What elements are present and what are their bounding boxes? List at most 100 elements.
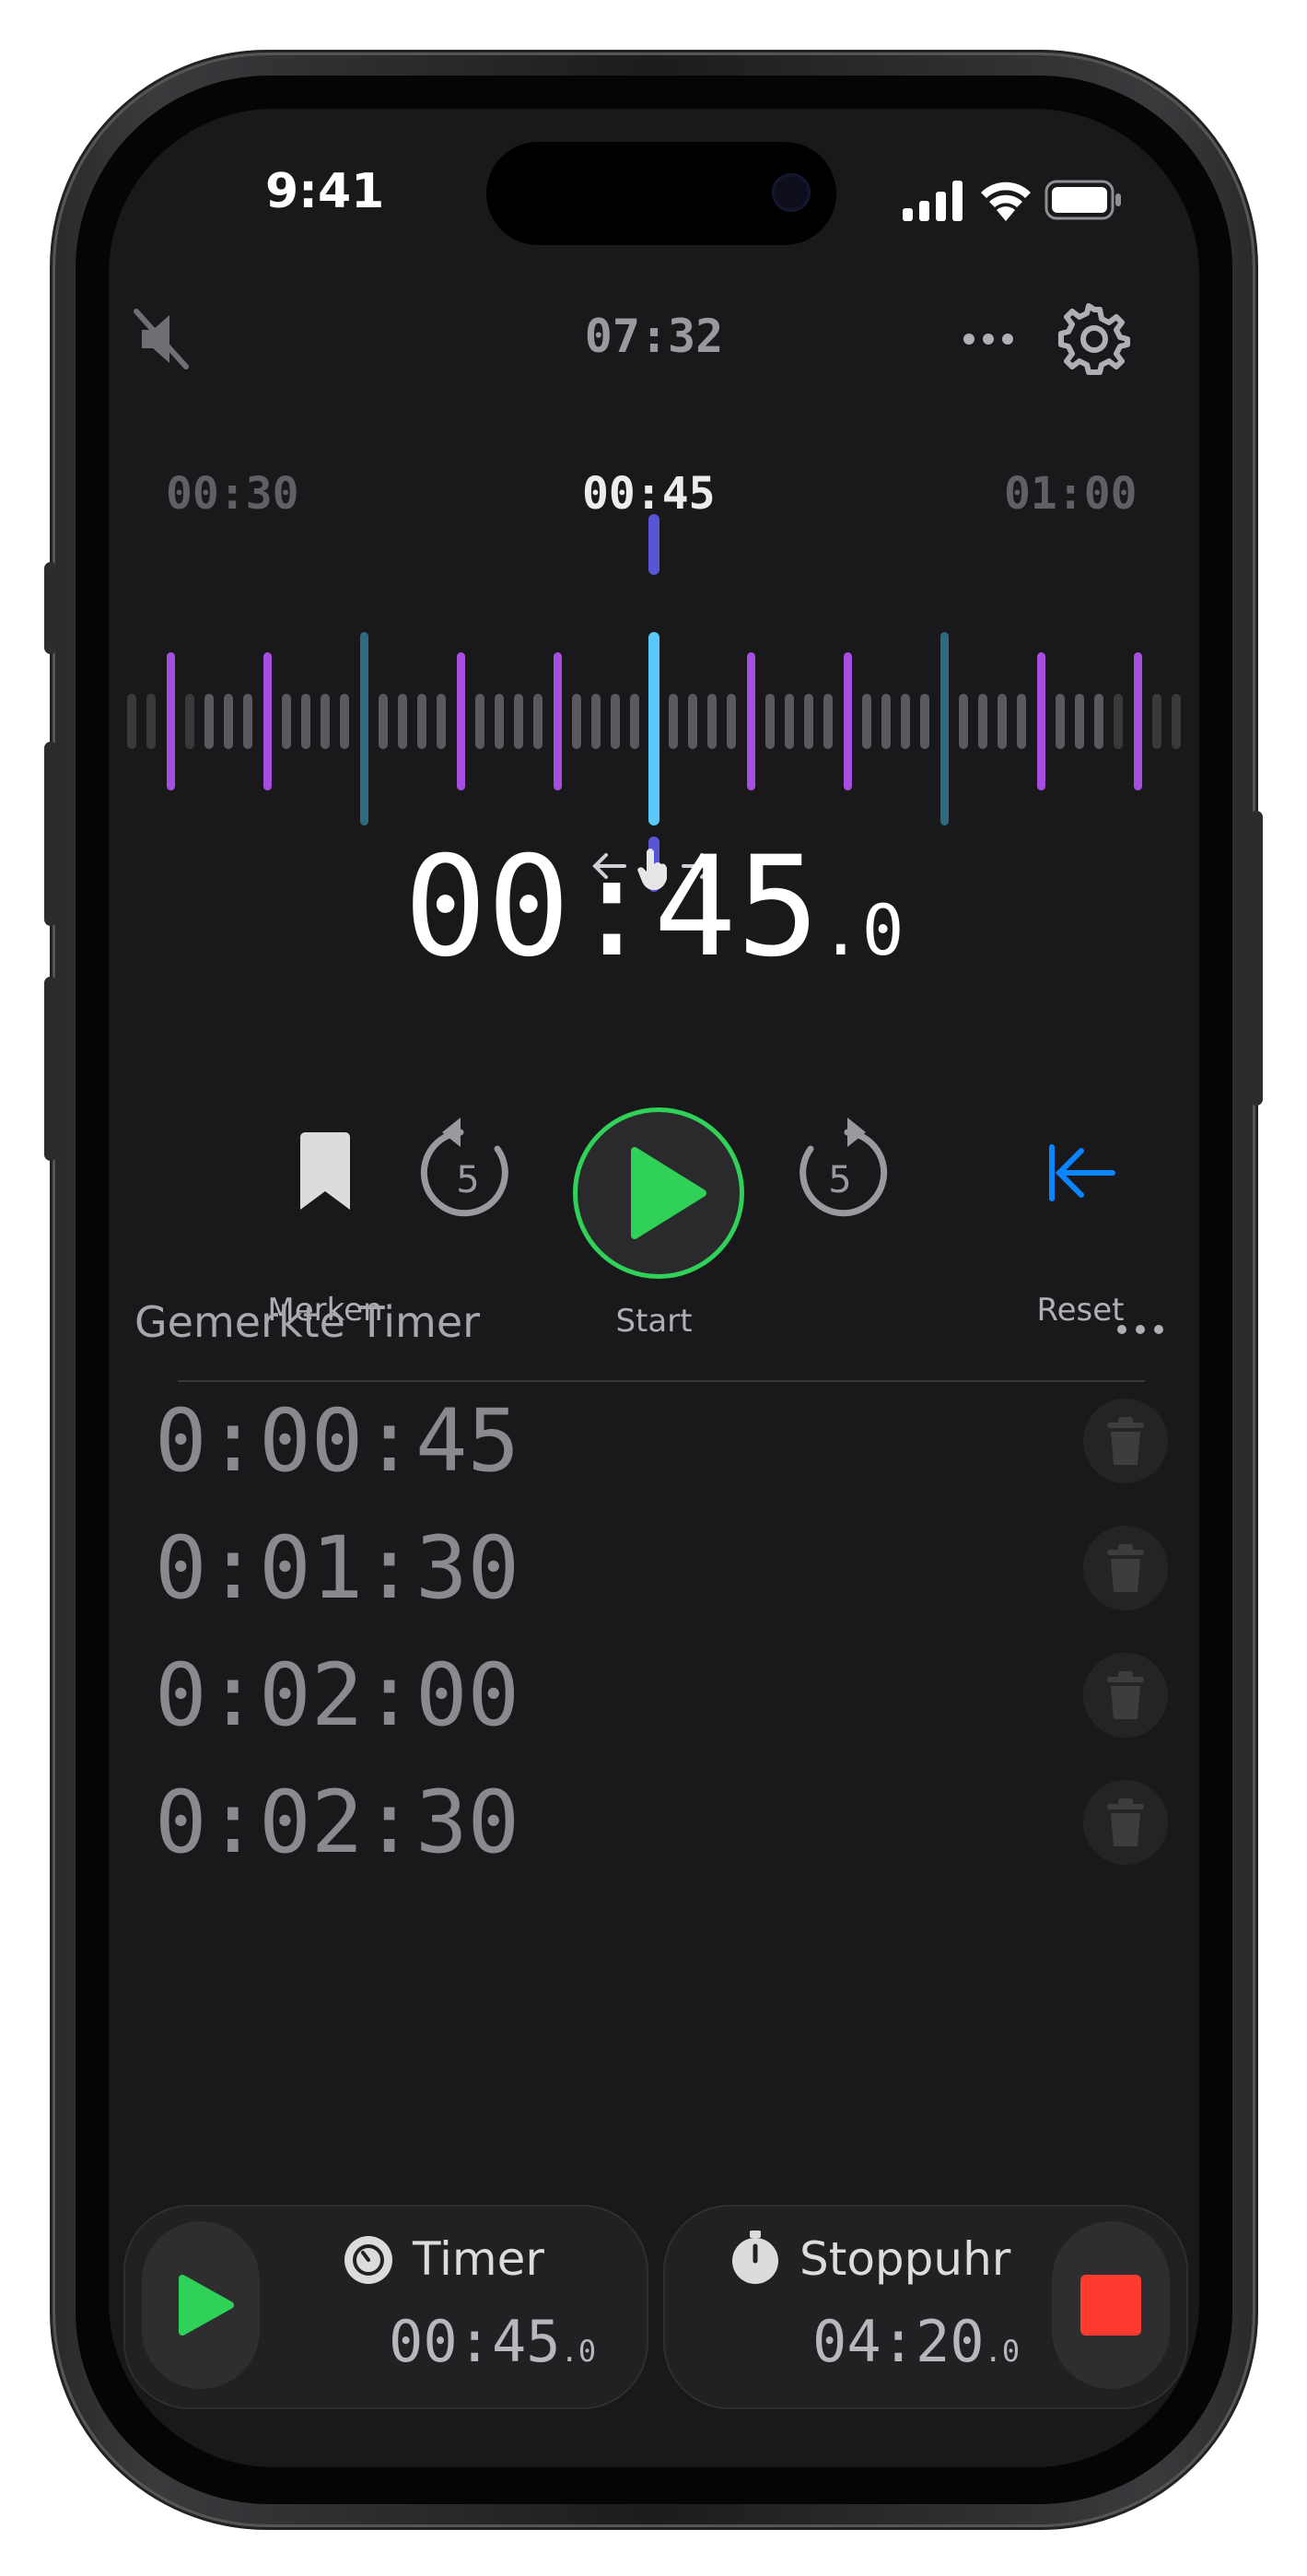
front-camera (772, 173, 811, 212)
section-divider (178, 1380, 1145, 1382)
main-timer-display: 00:45.0 (109, 827, 1199, 988)
timer-card-title: Timer (413, 2232, 544, 2286)
arrow-left-to-line-icon (1049, 1144, 1115, 1201)
power-button (1250, 811, 1263, 1106)
main-timer-fraction: .0 (820, 889, 904, 971)
ruler-minor-tick (920, 694, 929, 749)
ruler-minor-tick (572, 694, 581, 749)
ruler-minor-tick (417, 694, 426, 749)
delete-saved-timer-button[interactable] (1083, 1526, 1168, 1610)
ruler-minor-tick (533, 694, 543, 749)
ruler-minor-tick (379, 694, 388, 749)
ruler-minor-tick (765, 694, 775, 749)
bookmark-icon (300, 1132, 350, 1210)
ruler-mid-tick (1133, 652, 1142, 790)
ruler-minor-tick (514, 694, 523, 749)
ruler-minor-tick (1075, 694, 1084, 749)
ruler-minor-tick (978, 694, 987, 749)
saved-timer-item[interactable]: 0:02:00 (155, 1645, 519, 1746)
ruler-minor-tick (495, 694, 504, 749)
timer-card-icon (343, 2234, 394, 2286)
ruler-top-marker (648, 514, 659, 575)
saved-timer-item[interactable]: 0:00:45 (155, 1391, 519, 1492)
settings-button[interactable] (1057, 302, 1131, 376)
ruler-minor-tick (1017, 694, 1026, 749)
start-button[interactable] (573, 1107, 744, 1279)
ruler-label-left: 00:30 (166, 468, 299, 520)
timer-icon (344, 2236, 392, 2284)
ruler-minor-tick (301, 694, 310, 749)
ruler-mid-tick (166, 652, 175, 790)
saved-timer-item[interactable]: 0:02:30 (155, 1773, 519, 1873)
ruler-minor-tick (1152, 694, 1161, 749)
timer-card-time-value: 00:45 (389, 2308, 561, 2375)
ruler-minor-tick (785, 694, 794, 749)
ruler-minor-tick (1114, 694, 1123, 749)
ruler-minor-tick (1056, 694, 1065, 749)
ruler-minor-tick (1094, 694, 1103, 749)
trash-icon (1107, 1798, 1144, 1846)
ruler-minor-tick (185, 694, 194, 749)
reset-button[interactable] (1039, 1136, 1122, 1210)
ruler-minor-tick (282, 694, 291, 749)
start-label: Start (615, 1303, 693, 1340)
ruler-mid-tick (553, 652, 562, 790)
timer-card-play-button[interactable] (142, 2221, 260, 2389)
ruler-minor-tick (321, 694, 330, 749)
main-timer-time: 00:45 (403, 827, 821, 988)
ruler-mid-tick (263, 652, 272, 790)
ruler-minor-tick (707, 694, 717, 749)
delete-saved-timer-button[interactable] (1083, 1653, 1168, 1738)
bookmark-button[interactable] (293, 1127, 357, 1219)
ruler-minor-tick (630, 694, 639, 749)
stopwatch-card-time-fraction: .0 (984, 2334, 1021, 2369)
more-menu-button[interactable] (956, 316, 1021, 362)
ruler-mid-tick (1036, 652, 1045, 790)
saved-timers-more-button[interactable] (1108, 1311, 1173, 1348)
ruler-minor-tick (1172, 694, 1181, 749)
volume-down-button (44, 977, 57, 1161)
wifi-icon (978, 179, 1033, 221)
action-button (44, 562, 57, 654)
delete-saved-timer-button[interactable] (1083, 1399, 1168, 1483)
ruler-minor-tick (437, 694, 446, 749)
ruler-mid-tick (456, 652, 465, 790)
saved-timer-item[interactable]: 0:01:30 (155, 1518, 519, 1619)
skip-forward-seconds: 5 (828, 1159, 852, 1201)
ruler-minor-tick (998, 694, 1007, 749)
stopwatch-stop-button[interactable] (1052, 2221, 1170, 2389)
ruler-minor-tick (127, 694, 136, 749)
ruler-minor-tick (823, 694, 833, 749)
ruler-major-tick (359, 632, 368, 825)
stopwatch-card-time: 04:20.0 (812, 2308, 1020, 2375)
saved-timers-title: Gemerkte Timer (134, 1297, 481, 1347)
ruler-minor-tick (224, 694, 233, 749)
stopwatch-card[interactable]: Stoppuhr 04:20.0 (663, 2205, 1188, 2409)
ruler-minor-tick (804, 694, 813, 749)
stopwatch-card-time-value: 04:20 (812, 2308, 985, 2375)
stop-icon (1080, 2275, 1141, 2336)
ruler-mid-tick (843, 652, 852, 790)
timer-card-time-fraction: .0 (560, 2334, 597, 2369)
trash-icon (1107, 1544, 1144, 1592)
ruler-minor-tick (204, 694, 214, 749)
ruler-minor-tick (959, 694, 968, 749)
play-icon (179, 2275, 234, 2336)
gear-icon (1058, 303, 1130, 375)
ruler-minor-tick (475, 694, 484, 749)
ruler-minor-tick (340, 694, 349, 749)
ruler-current-tick (648, 632, 659, 825)
ruler-minor-tick (591, 694, 601, 749)
volume-up-button (44, 742, 57, 926)
ruler-minor-tick (611, 694, 620, 749)
ruler-minor-tick (688, 694, 697, 749)
ruler-label-center: 00:45 (582, 468, 716, 520)
delete-saved-timer-button[interactable] (1083, 1780, 1168, 1865)
ruler-minor-tick (243, 694, 252, 749)
battery-icon (1044, 179, 1122, 221)
ruler-minor-tick (146, 694, 156, 749)
trash-icon (1107, 1671, 1144, 1719)
stopwatch-icon (732, 2231, 778, 2284)
timer-card[interactable]: Timer 00:45.0 (123, 2205, 648, 2409)
ruler-minor-tick (881, 694, 891, 749)
